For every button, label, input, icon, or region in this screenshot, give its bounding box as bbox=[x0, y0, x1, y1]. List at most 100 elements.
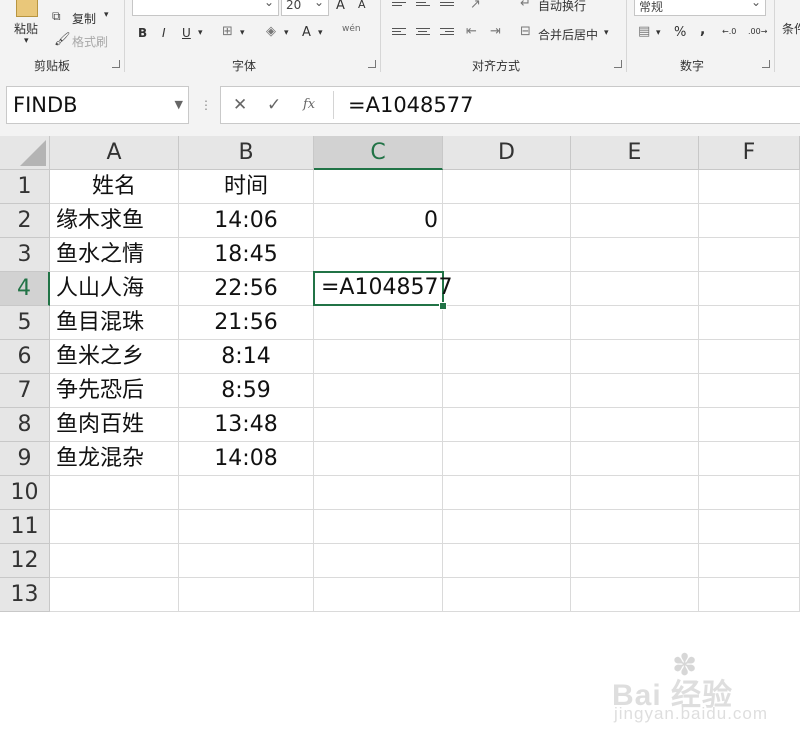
merge-icon[interactable]: ⊟ bbox=[520, 24, 531, 39]
column-header-b[interactable]: B bbox=[179, 136, 314, 170]
cell-e6[interactable] bbox=[571, 340, 699, 374]
decrease-decimal-button[interactable]: .00→ bbox=[748, 27, 767, 36]
cell-c9[interactable] bbox=[314, 442, 443, 476]
cell-b8[interactable]: 13:48 bbox=[179, 408, 314, 442]
clipboard-launcher-icon[interactable] bbox=[112, 60, 120, 68]
copy-button[interactable]: ⧉ 复制 ▾ bbox=[52, 9, 118, 27]
cell-d11[interactable] bbox=[443, 510, 571, 544]
phonetic-button[interactable]: wén bbox=[342, 24, 361, 34]
cell-c2[interactable]: 0 bbox=[314, 204, 443, 238]
row-header-6[interactable]: 6 bbox=[0, 340, 50, 374]
cell-e7[interactable] bbox=[571, 374, 699, 408]
chevron-down-icon[interactable]: ▼ bbox=[175, 98, 183, 111]
fill-color-icon[interactable]: ◈ bbox=[266, 24, 276, 39]
cell-e13[interactable] bbox=[571, 578, 699, 612]
accounting-icon[interactable]: ▤ bbox=[638, 24, 650, 39]
cell-b10[interactable] bbox=[179, 476, 314, 510]
row-header-12[interactable]: 12 bbox=[0, 544, 50, 578]
increase-decimal-button[interactable]: ←.0 bbox=[722, 27, 736, 36]
cell-c12[interactable] bbox=[314, 544, 443, 578]
cell-d5[interactable] bbox=[443, 306, 571, 340]
conditional-format-label[interactable]: 条件 bbox=[782, 20, 800, 37]
align-bottom-icon[interactable] bbox=[440, 2, 454, 12]
cell-b11[interactable] bbox=[179, 510, 314, 544]
row-header-5[interactable]: 5 bbox=[0, 306, 50, 340]
cell-c13[interactable] bbox=[314, 578, 443, 612]
cell-a2[interactable]: 缘木求鱼 bbox=[50, 204, 179, 238]
cell-a7[interactable]: 争先恐后 bbox=[50, 374, 179, 408]
merge-center-label[interactable]: 合并后居中 bbox=[538, 26, 598, 43]
italic-button[interactable]: I bbox=[162, 26, 166, 40]
cell-f2[interactable] bbox=[699, 204, 800, 238]
column-header-a[interactable]: A bbox=[50, 136, 179, 170]
cell-b9[interactable]: 14:08 bbox=[179, 442, 314, 476]
cell-f1[interactable] bbox=[699, 170, 800, 204]
cell-e4[interactable] bbox=[571, 272, 699, 306]
column-header-c[interactable]: C bbox=[314, 136, 443, 170]
enter-icon[interactable]: ✓ bbox=[267, 95, 281, 115]
increase-indent-icon[interactable]: ⇥ bbox=[490, 24, 501, 39]
cell-f13[interactable] bbox=[699, 578, 800, 612]
resize-handle-icon[interactable]: ⋮ bbox=[200, 98, 212, 112]
cell-e11[interactable] bbox=[571, 510, 699, 544]
font-name-select[interactable]: ⌄ bbox=[132, 0, 279, 16]
align-center-icon[interactable] bbox=[416, 28, 430, 38]
row-header-3[interactable]: 3 bbox=[0, 238, 50, 272]
cell-f8[interactable] bbox=[699, 408, 800, 442]
column-header-e[interactable]: E bbox=[571, 136, 699, 170]
cell-d12[interactable] bbox=[443, 544, 571, 578]
cell-a8[interactable]: 鱼肉百姓 bbox=[50, 408, 179, 442]
cell-f6[interactable] bbox=[699, 340, 800, 374]
cell-d2[interactable] bbox=[443, 204, 571, 238]
row-header-4[interactable]: 4 bbox=[0, 272, 50, 306]
cell-b7[interactable]: 8:59 bbox=[179, 374, 314, 408]
font-color-button[interactable]: A bbox=[302, 25, 311, 40]
cell-e2[interactable] bbox=[571, 204, 699, 238]
decrease-indent-icon[interactable]: ⇤ bbox=[466, 24, 477, 39]
cell-d10[interactable] bbox=[443, 476, 571, 510]
cell-a3[interactable]: 鱼水之情 bbox=[50, 238, 179, 272]
cell-c6[interactable] bbox=[314, 340, 443, 374]
cell-f5[interactable] bbox=[699, 306, 800, 340]
cell-e8[interactable] bbox=[571, 408, 699, 442]
wrap-text-label[interactable]: 自动换行 bbox=[538, 0, 586, 14]
chevron-down-icon[interactable]: ▾ bbox=[656, 28, 661, 38]
align-left-icon[interactable] bbox=[392, 28, 406, 38]
cell-e10[interactable] bbox=[571, 476, 699, 510]
format-painter-button[interactable]: 🖌 格式刷 bbox=[52, 32, 118, 50]
cell-b2[interactable]: 14:06 bbox=[179, 204, 314, 238]
bold-button[interactable]: B bbox=[138, 26, 147, 40]
cell-e3[interactable] bbox=[571, 238, 699, 272]
chevron-down-icon[interactable]: ▾ bbox=[318, 28, 323, 38]
cell-c8[interactable] bbox=[314, 408, 443, 442]
chevron-down-icon[interactable]: ▾ bbox=[198, 28, 203, 38]
underline-button[interactable]: U bbox=[182, 26, 191, 40]
row-header-8[interactable]: 8 bbox=[0, 408, 50, 442]
cell-c7[interactable] bbox=[314, 374, 443, 408]
cell-a4[interactable]: 人山人海 bbox=[50, 272, 179, 306]
shrink-font-button[interactable]: A bbox=[358, 0, 366, 11]
column-header-f[interactable]: F bbox=[699, 136, 800, 170]
cell-d4[interactable] bbox=[443, 272, 571, 306]
column-header-d[interactable]: D bbox=[443, 136, 571, 170]
cell-b1[interactable]: 时间 bbox=[179, 170, 314, 204]
number-format-select[interactable]: 常规 ⌄ bbox=[634, 0, 766, 16]
border-icon[interactable]: ⊞ bbox=[222, 24, 233, 39]
cell-a1[interactable]: 姓名 bbox=[50, 170, 179, 204]
number-launcher-icon[interactable] bbox=[762, 60, 770, 68]
cell-f9[interactable] bbox=[699, 442, 800, 476]
cell-e12[interactable] bbox=[571, 544, 699, 578]
cell-f7[interactable] bbox=[699, 374, 800, 408]
percent-button[interactable]: % bbox=[674, 25, 686, 40]
row-header-2[interactable]: 2 bbox=[0, 204, 50, 238]
cell-b6[interactable]: 8:14 bbox=[179, 340, 314, 374]
insert-function-icon[interactable]: fx bbox=[303, 97, 315, 112]
cell-b4[interactable]: 22:56 bbox=[179, 272, 314, 306]
alignment-launcher-icon[interactable] bbox=[614, 60, 622, 68]
cell-b12[interactable] bbox=[179, 544, 314, 578]
font-launcher-icon[interactable] bbox=[368, 60, 376, 68]
row-header-13[interactable]: 13 bbox=[0, 578, 50, 612]
name-box[interactable]: FINDB ▼ bbox=[6, 86, 189, 124]
chevron-down-icon[interactable]: ▾ bbox=[604, 28, 609, 38]
paste-button[interactable]: 粘贴 ▾ bbox=[10, 0, 44, 50]
